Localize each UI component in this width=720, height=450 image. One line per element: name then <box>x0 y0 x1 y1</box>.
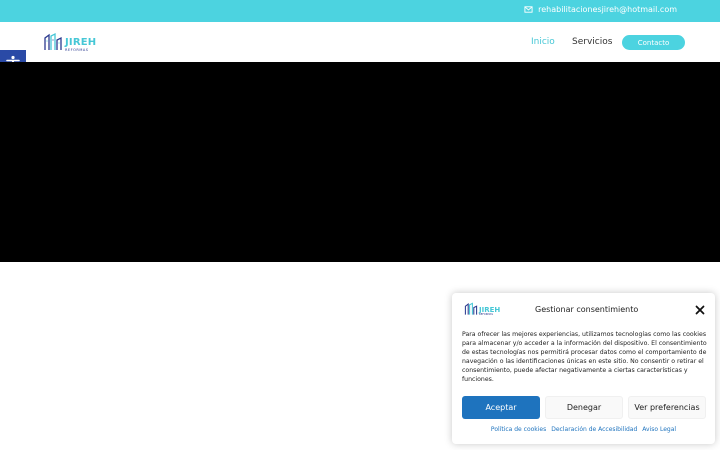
cookie-policy-link[interactable]: Política de cookies <box>491 426 546 433</box>
top-contact-bar: rehabilitacionesjireh@hotmail.com <box>0 0 720 22</box>
logo-subtitle: REFORMAS <box>65 47 89 52</box>
accept-button[interactable]: Aceptar <box>462 396 540 419</box>
deny-button[interactable]: Denegar <box>545 396 623 419</box>
email-contact[interactable]: rehabilitacionesjireh@hotmail.com <box>524 5 677 14</box>
cookie-consent-modal: JIREH REFORMAS Gestionar consentimiento … <box>452 293 715 444</box>
building-logo-icon <box>44 32 62 50</box>
accessibility-statement-link[interactable]: Declaración de Accesibilidad <box>551 426 637 433</box>
contacto-button[interactable]: Contacto <box>622 35 685 50</box>
consent-title: Gestionar consentimiento <box>535 305 639 314</box>
legal-notice-link[interactable]: Aviso Legal <box>642 426 676 433</box>
site-logo[interactable]: JIREH REFORMAS <box>43 32 96 52</box>
envelope-icon <box>524 6 533 13</box>
consent-links: Política de cookies Declaración de Acces… <box>452 426 715 433</box>
nav-servicios[interactable]: Servicios <box>572 37 612 47</box>
building-logo-icon <box>464 302 478 315</box>
nav-inicio[interactable]: Inicio <box>531 37 555 47</box>
consent-logo-subtitle: REFORMAS <box>479 312 493 316</box>
consent-body: Para ofrecer las mejores experiencias, u… <box>462 331 707 384</box>
logo-name: JIREH <box>65 36 97 48</box>
consent-logo: JIREH REFORMAS <box>464 302 500 316</box>
close-icon[interactable] <box>695 305 705 315</box>
site-header: JIREH REFORMAS Inicio Servicios Contacto <box>0 22 720 62</box>
hero-video[interactable] <box>0 62 720 262</box>
email-address[interactable]: rehabilitacionesjireh@hotmail.com <box>538 5 677 14</box>
preferences-button[interactable]: Ver preferencias <box>628 396 706 419</box>
